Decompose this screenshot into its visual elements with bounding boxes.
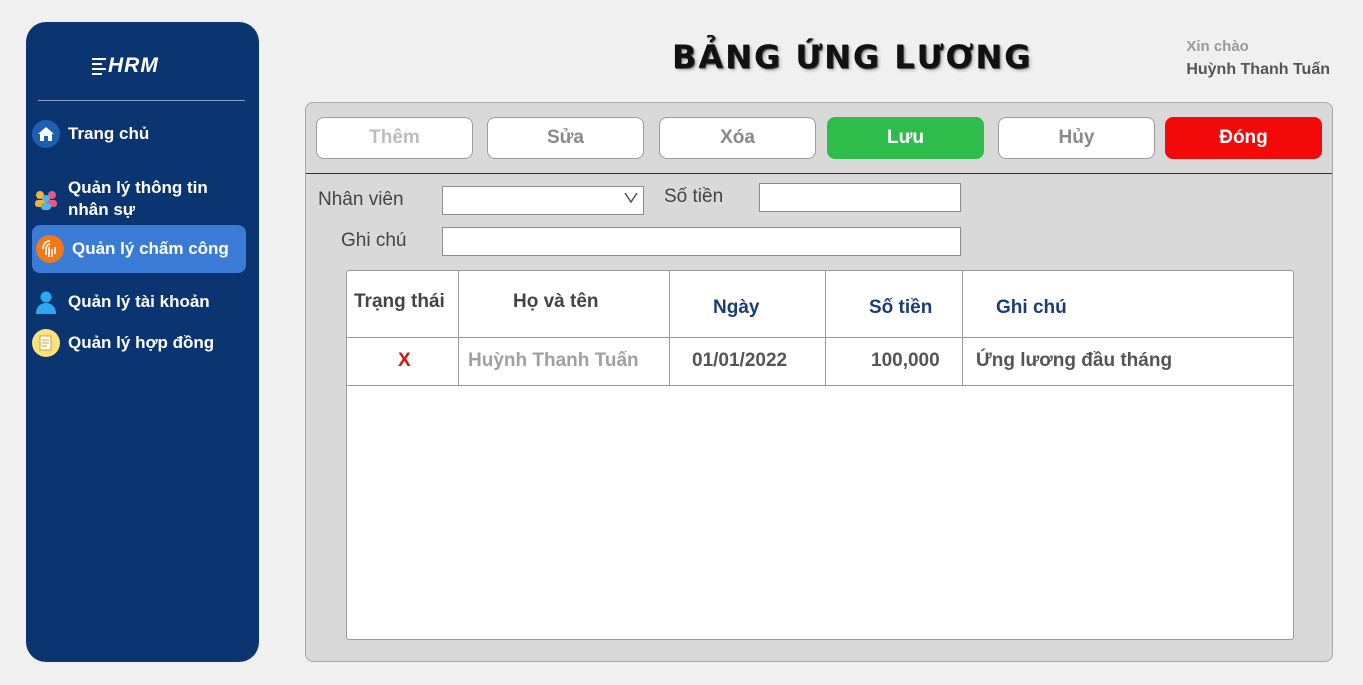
sidebar-divider [38, 100, 245, 101]
row-status[interactable]: X [398, 337, 411, 385]
sidebar-item-label: Quản lý hợp đồng [68, 333, 215, 352]
logo-speed-lines [92, 57, 106, 75]
chevron-down-icon [623, 189, 639, 210]
column-header-note[interactable]: Ghi chú [996, 275, 1067, 341]
cancel-button[interactable]: Hủy [998, 117, 1155, 159]
close-button[interactable]: Đóng [1165, 117, 1322, 159]
page-title: BẢNG ỨNG LƯƠNG [672, 38, 1033, 76]
logo-text: HRM [108, 54, 159, 77]
sidebar-item-label: Quản lý tài khoản [68, 292, 210, 311]
sidebar-item-label: Quản lý chấm công [72, 239, 229, 258]
employee-select[interactable] [442, 186, 644, 215]
sidebar: HRM Trang chủ Quản lý thông tin nhân sự … [26, 22, 259, 662]
contract-icon [32, 329, 60, 357]
save-button[interactable]: Lưu [827, 117, 984, 159]
row-date[interactable]: 01/01/2022 [692, 337, 787, 385]
row-amount[interactable]: 100,000 [871, 337, 940, 385]
hrm-logo: HRM [92, 52, 192, 80]
people-icon [32, 185, 60, 213]
sidebar-item-hr-info[interactable]: Quản lý thông tin nhân sự [32, 176, 246, 222]
note-label: Ghi chú [341, 230, 407, 251]
amount-input[interactable] [759, 183, 961, 212]
user-name: Huỳnh Thanh Tuấn [1186, 61, 1330, 78]
row-note[interactable]: Ứng lương đầu tháng [976, 337, 1172, 385]
sidebar-item-accounts[interactable]: Quản lý tài khoản [32, 288, 246, 316]
column-header-amount[interactable]: Số tiền [869, 275, 932, 341]
note-input[interactable] [442, 227, 961, 256]
sidebar-item-timekeeping[interactable]: Quản lý chấm công [32, 225, 246, 273]
sidebar-item-home[interactable]: Trang chủ [32, 120, 246, 148]
advance-table: Trạng thái Họ và tên Ngày Số tiền Ghi ch… [346, 270, 1294, 640]
sidebar-item-contracts[interactable]: Quản lý hợp đồng [32, 329, 246, 357]
amount-label: Số tiền [664, 186, 724, 207]
column-header-name[interactable]: Họ và tên [513, 271, 599, 335]
delete-button[interactable]: Xóa [659, 117, 816, 159]
edit-button[interactable]: Sửa [487, 117, 644, 159]
row-name[interactable]: Huỳnh Thanh Tuấn [468, 337, 639, 385]
employee-label: Nhân viên [318, 189, 404, 210]
column-header-status[interactable]: Trạng thái [354, 271, 445, 335]
user-greeting: Xin chào Huỳnh Thanh Tuấn [1186, 38, 1330, 79]
sidebar-item-label: Quản lý thông tin nhân sự [68, 178, 208, 219]
greeting-text: Xin chào [1186, 38, 1249, 55]
user-icon [32, 288, 60, 316]
column-header-date[interactable]: Ngày [713, 275, 759, 341]
home-icon [32, 120, 60, 148]
fingerprint-icon [36, 235, 64, 263]
add-button[interactable]: Thêm [316, 117, 473, 159]
toolbar-divider [306, 173, 1332, 174]
main-panel: Thêm Sửa Xóa Lưu Hủy Đóng Nhân viên Số t… [305, 102, 1333, 662]
sidebar-item-label: Trang chủ [68, 124, 150, 143]
